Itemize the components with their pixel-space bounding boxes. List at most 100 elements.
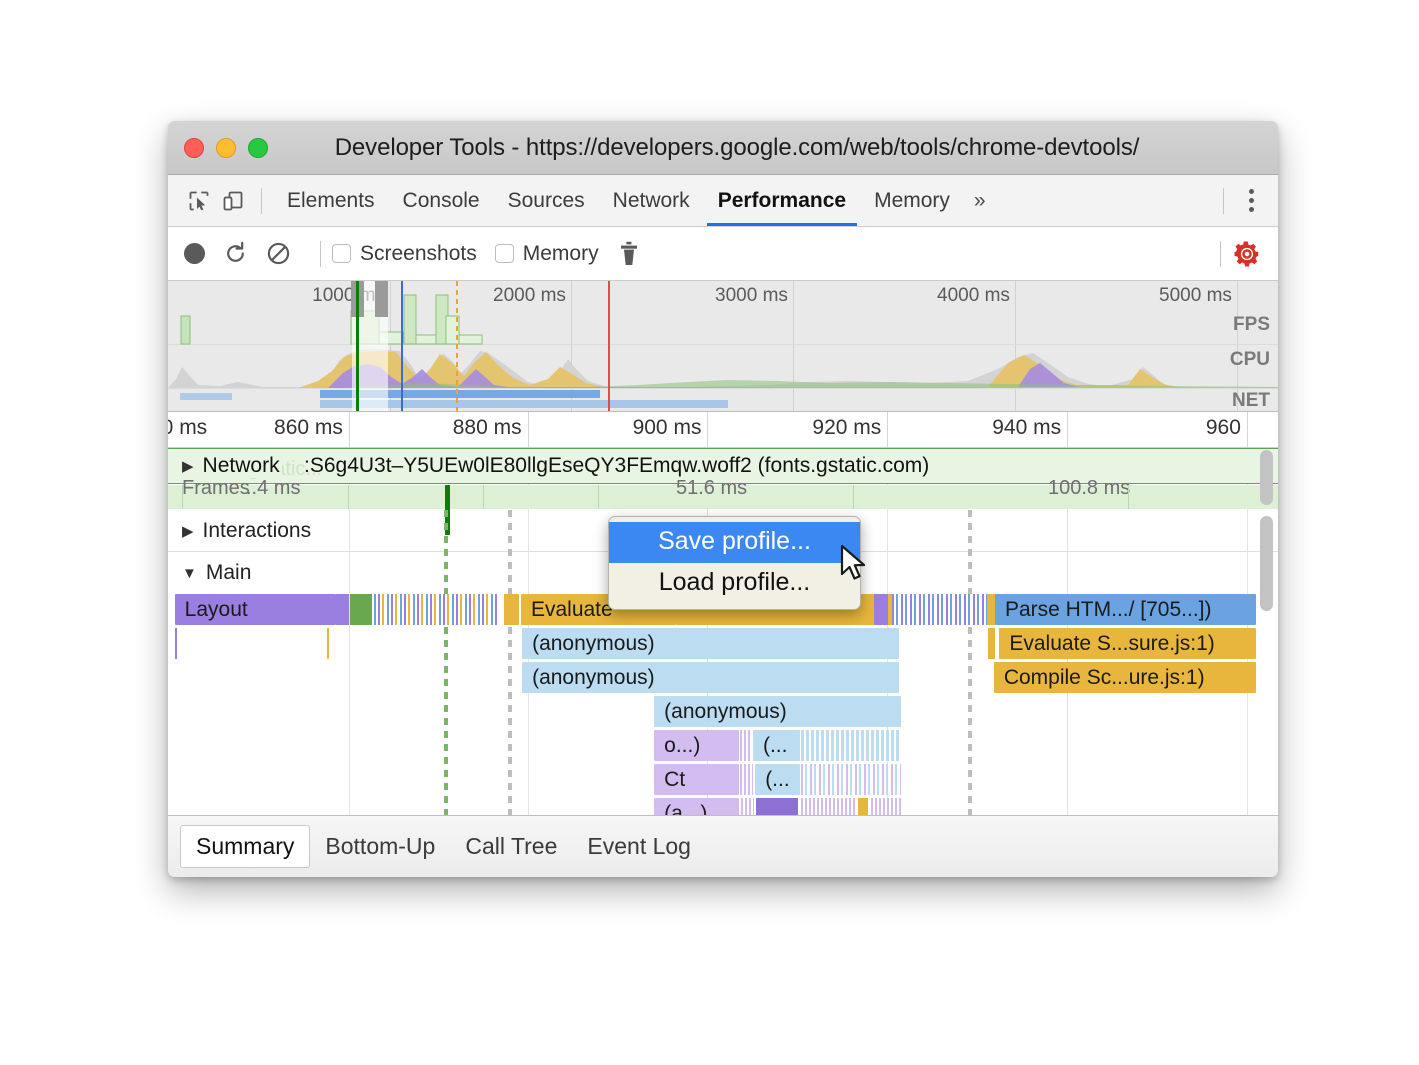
more-tabs-icon[interactable]: » xyxy=(964,189,996,213)
flame-bar[interactable]: Layout xyxy=(175,594,336,625)
tab-bottom-up[interactable]: Bottom-Up xyxy=(310,826,450,867)
flame-strip[interactable] xyxy=(988,628,995,659)
flame-bar[interactable]: (anonymous) xyxy=(522,628,899,659)
timeline-tracks[interactable]: 2 fonts.gstatic... ▶ Network :S6g4U3t–Y5… xyxy=(168,448,1278,815)
memory-checkbox[interactable]: Memory xyxy=(495,242,599,266)
capture-settings-button[interactable] xyxy=(1232,239,1262,269)
flame-strip[interactable] xyxy=(801,798,857,815)
ruler-tick-label: 40 ms xyxy=(168,416,207,440)
ruler-tick: 940 ms xyxy=(1067,412,1068,447)
ruler-tick-label: 860 ms xyxy=(274,416,343,440)
tab-memory[interactable]: Memory xyxy=(860,175,964,226)
track-frames[interactable]: Frames ..4 ms 51.6 ms 100.8 ms xyxy=(168,485,1278,509)
overview-selection-right-handle[interactable] xyxy=(375,281,388,317)
flame-strip[interactable] xyxy=(892,594,987,625)
ruler-tick-label: 960 xyxy=(1206,416,1241,440)
frame-duration: 100.8 ms xyxy=(1048,477,1130,500)
context-menu-item-load-profile[interactable]: Load profile... xyxy=(609,563,860,604)
screenshots-label: Screenshots xyxy=(360,242,477,266)
trash-icon xyxy=(617,241,641,267)
tabstrip-divider xyxy=(261,188,262,214)
flame-bar[interactable]: Evaluate S...sure.js:1) xyxy=(999,628,1255,659)
flame-bar[interactable]: (anonymous) xyxy=(654,696,900,727)
ruler-tick: 880 ms xyxy=(528,412,529,447)
ruler-tick-label: 900 ms xyxy=(633,416,702,440)
tab-console[interactable]: Console xyxy=(389,175,494,226)
interactions-expand-arrow[interactable]: ▶ xyxy=(182,522,194,540)
main-track-label: Main xyxy=(206,561,252,585)
overview-graphs xyxy=(168,281,1278,412)
inspect-element-icon[interactable] xyxy=(182,184,216,218)
network-track-header[interactable]: ▶ Network xyxy=(182,454,282,478)
memory-label: Memory xyxy=(523,242,599,266)
flame-strip[interactable] xyxy=(801,730,901,761)
reload-icon xyxy=(223,241,248,266)
flame-strip[interactable] xyxy=(336,594,349,625)
reload-and-record-button[interactable] xyxy=(223,241,248,266)
memory-checkbox-box xyxy=(495,244,514,263)
flame-bar[interactable]: Compile Sc...ure.js:1) xyxy=(994,662,1256,693)
ruler-tick: 900 ms xyxy=(707,412,708,447)
flame-strip[interactable] xyxy=(858,798,868,815)
tab-sources[interactable]: Sources xyxy=(494,175,599,226)
frame-divider xyxy=(598,485,599,509)
tabstrip-divider-right xyxy=(1223,188,1224,214)
flame-strip[interactable] xyxy=(327,628,330,659)
overview-marker-dcl xyxy=(356,281,359,411)
overview-lane-net: NET xyxy=(1232,390,1270,412)
frame-divider xyxy=(348,485,349,509)
flame-bar[interactable]: Ct xyxy=(654,764,738,795)
device-toolbar-icon[interactable] xyxy=(216,184,250,218)
toolbar-divider xyxy=(320,241,321,267)
tab-event-log[interactable]: Event Log xyxy=(572,826,706,867)
collect-garbage-button[interactable] xyxy=(617,241,641,267)
mouse-pointer-icon xyxy=(840,544,870,584)
flame-row: (anonymous) Compile Sc...ure.js:1) xyxy=(168,662,1278,696)
flame-row: (anonymous) Evaluate S...sure.js:1) xyxy=(168,628,1278,662)
flame-strip[interactable] xyxy=(740,764,753,795)
context-menu[interactable]: Save profile... Load profile... xyxy=(608,516,861,610)
frame-divider xyxy=(1128,485,1129,509)
tab-elements[interactable]: Elements xyxy=(273,175,389,226)
tab-performance[interactable]: Performance xyxy=(704,175,860,226)
overview-marker-onload xyxy=(608,281,610,411)
flame-bar[interactable]: (... xyxy=(755,764,799,795)
frame-divider xyxy=(182,485,183,509)
flame-strip[interactable] xyxy=(874,594,888,625)
flame-strip[interactable] xyxy=(741,798,754,815)
flame-strip[interactable] xyxy=(871,798,901,815)
flame-strip[interactable] xyxy=(504,594,518,625)
flame-bar[interactable]: Parse HTM.../ [705...]) xyxy=(995,594,1256,625)
flame-strip[interactable] xyxy=(374,594,496,625)
flame-strip[interactable] xyxy=(740,730,751,761)
flame-strip[interactable] xyxy=(801,764,901,795)
timeline-ruler: 40 ms 860 ms 880 ms 900 ms 920 ms 940 ms… xyxy=(168,412,1278,448)
interactions-track-label: Interactions xyxy=(203,519,312,543)
context-menu-item-save-profile[interactable]: Save profile... xyxy=(609,522,860,563)
flame-bar[interactable]: o...) xyxy=(654,730,738,761)
tab-network[interactable]: Network xyxy=(599,175,704,226)
flame-bar[interactable]: (... xyxy=(753,730,800,761)
timeline-overview[interactable]: 1000 ms 2000 ms 3000 ms 4000 ms 5000 ms xyxy=(168,281,1278,412)
network-request-label[interactable]: :S6g4U3t–Y5UEw0lE80llgEseQY3FEmqw.woff2 … xyxy=(304,454,929,478)
frame-divider xyxy=(853,485,854,509)
overview-marker-fmp xyxy=(456,281,458,411)
record-button[interactable] xyxy=(184,243,205,264)
flame-bar[interactable]: (a...) xyxy=(654,798,738,815)
flame-bar[interactable]: (anonymous) xyxy=(522,662,899,693)
network-expand-arrow[interactable]: ▶ xyxy=(182,457,194,475)
tab-summary[interactable]: Summary xyxy=(180,825,310,868)
main-collapse-arrow[interactable]: ▼ xyxy=(182,565,197,582)
screenshots-checkbox[interactable]: Screenshots xyxy=(332,242,477,266)
performance-toolbar: Screenshots Memory xyxy=(168,227,1278,281)
main-menu-icon[interactable] xyxy=(1235,189,1268,212)
flame-strip[interactable] xyxy=(756,798,798,815)
flame-strip[interactable] xyxy=(175,628,178,659)
flame-chart[interactable]: Layout Evaluate ) Parse HTM.../ [705...]… xyxy=(168,594,1278,815)
clear-button[interactable] xyxy=(266,241,291,266)
flame-row: (anonymous) xyxy=(168,696,1278,730)
tab-call-tree[interactable]: Call Tree xyxy=(450,826,572,867)
flame-strip[interactable] xyxy=(350,594,372,625)
gear-icon xyxy=(1232,239,1262,269)
tracks-scrollbar-top[interactable] xyxy=(1260,450,1273,505)
